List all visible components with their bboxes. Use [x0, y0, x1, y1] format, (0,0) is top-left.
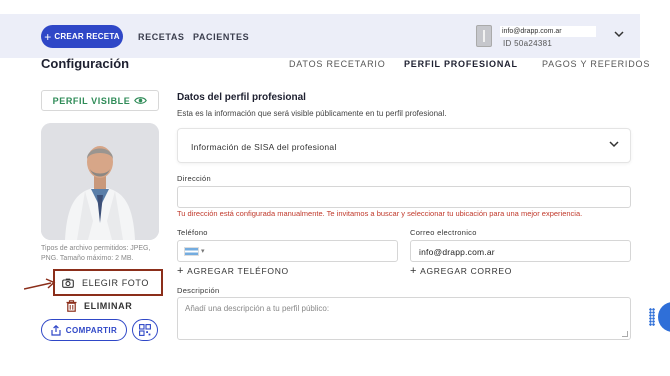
share-icon — [51, 324, 61, 336]
choose-photo-button[interactable]: ELEGIR FOTO — [58, 274, 158, 291]
top-bar: + CREAR RECETA RECETAS PACIENTES info@dr… — [0, 14, 640, 58]
add-email-label: AGREGAR CORREO — [420, 266, 513, 276]
profile-visibility-label: PERFIL VISIBLE — [52, 95, 131, 106]
add-phone-label: AGREGAR TELÉFONO — [187, 266, 289, 276]
account-id: ID 50a24381 — [503, 39, 553, 48]
profile-photo — [41, 123, 159, 240]
add-phone-button[interactable]: + AGREGAR TELÉFONO — [177, 265, 289, 277]
email-input[interactable]: info@drapp.com.ar — [410, 240, 631, 262]
device-icon — [476, 25, 492, 47]
help-bubble-icon[interactable] — [658, 302, 670, 332]
share-label: COMPARTIR — [65, 325, 118, 335]
delete-photo-button[interactable]: ELIMINAR — [66, 297, 156, 314]
delete-photo-label: ELIMINAR — [84, 300, 133, 311]
share-button[interactable]: COMPARTIR — [41, 319, 127, 341]
description-label: Descripción — [177, 286, 220, 295]
address-label: Dirección — [177, 174, 211, 183]
caret-down-icon: ▾ — [201, 248, 205, 255]
create-prescription-button[interactable]: + CREAR RECETA — [41, 25, 123, 48]
email-label: Correo electronico — [410, 228, 477, 237]
email-value: info@drapp.com.ar — [419, 247, 495, 257]
page-title: Configuración — [41, 56, 130, 71]
help-widget[interactable] — [642, 300, 670, 334]
nav-recetas[interactable]: RECETAS — [138, 32, 185, 42]
eye-icon — [134, 97, 148, 104]
choose-photo-label: ELEGIR FOTO — [82, 277, 149, 288]
sisa-accordion[interactable]: Información de SISA del profesional — [177, 128, 631, 163]
address-input[interactable] — [177, 186, 631, 208]
plus-icon: + — [177, 265, 185, 277]
sisa-accordion-label: Información de SISA del profesional — [191, 142, 337, 152]
address-warning: Tu dirección está configurada manualment… — [177, 209, 583, 218]
account-menu-chevron-icon[interactable] — [614, 29, 624, 41]
tab-datos-recetario[interactable]: DATOS RECETARIO — [289, 59, 386, 69]
qr-code-button[interactable] — [132, 319, 158, 341]
chevron-down-icon — [609, 139, 619, 151]
tab-perfil-profesional[interactable]: PERFIL PROFESIONAL — [404, 59, 518, 69]
description-textarea[interactable]: Añadí una descripción a tu perfil públic… — [177, 297, 631, 340]
trash-icon — [66, 299, 77, 312]
camera-icon — [62, 278, 74, 288]
section-subtitle: Esta es la información que será visible … — [177, 109, 447, 118]
description-placeholder: Añadí una descripción a tu perfil públic… — [185, 304, 330, 313]
phone-label: Teléfono — [177, 228, 208, 237]
file-type-hint: Tipos de archivo permitidos: JPEG, PNG. … — [41, 245, 151, 262]
flag-argentina-icon[interactable] — [184, 247, 199, 256]
plus-icon: + — [44, 29, 52, 44]
tab-pagos-referidos[interactable]: PAGOS Y REFERIDOS — [542, 59, 650, 69]
qr-code-icon — [139, 324, 151, 336]
plus-icon: + — [410, 265, 418, 277]
drag-handle-icon[interactable] — [649, 308, 655, 326]
section-title: Datos del perfil profesional — [177, 92, 306, 103]
create-prescription-label: CREAR RECETA — [54, 32, 120, 41]
phone-input[interactable]: ▾ — [177, 240, 398, 262]
account-email: info@drapp.com.ar — [500, 26, 596, 37]
add-email-button[interactable]: + AGREGAR CORREO — [410, 265, 512, 277]
annotation-arrow-icon — [24, 278, 56, 290]
profile-visibility-toggle[interactable]: PERFIL VISIBLE — [41, 90, 159, 111]
resize-handle-icon[interactable] — [622, 331, 628, 337]
nav-pacientes[interactable]: PACIENTES — [193, 32, 249, 42]
